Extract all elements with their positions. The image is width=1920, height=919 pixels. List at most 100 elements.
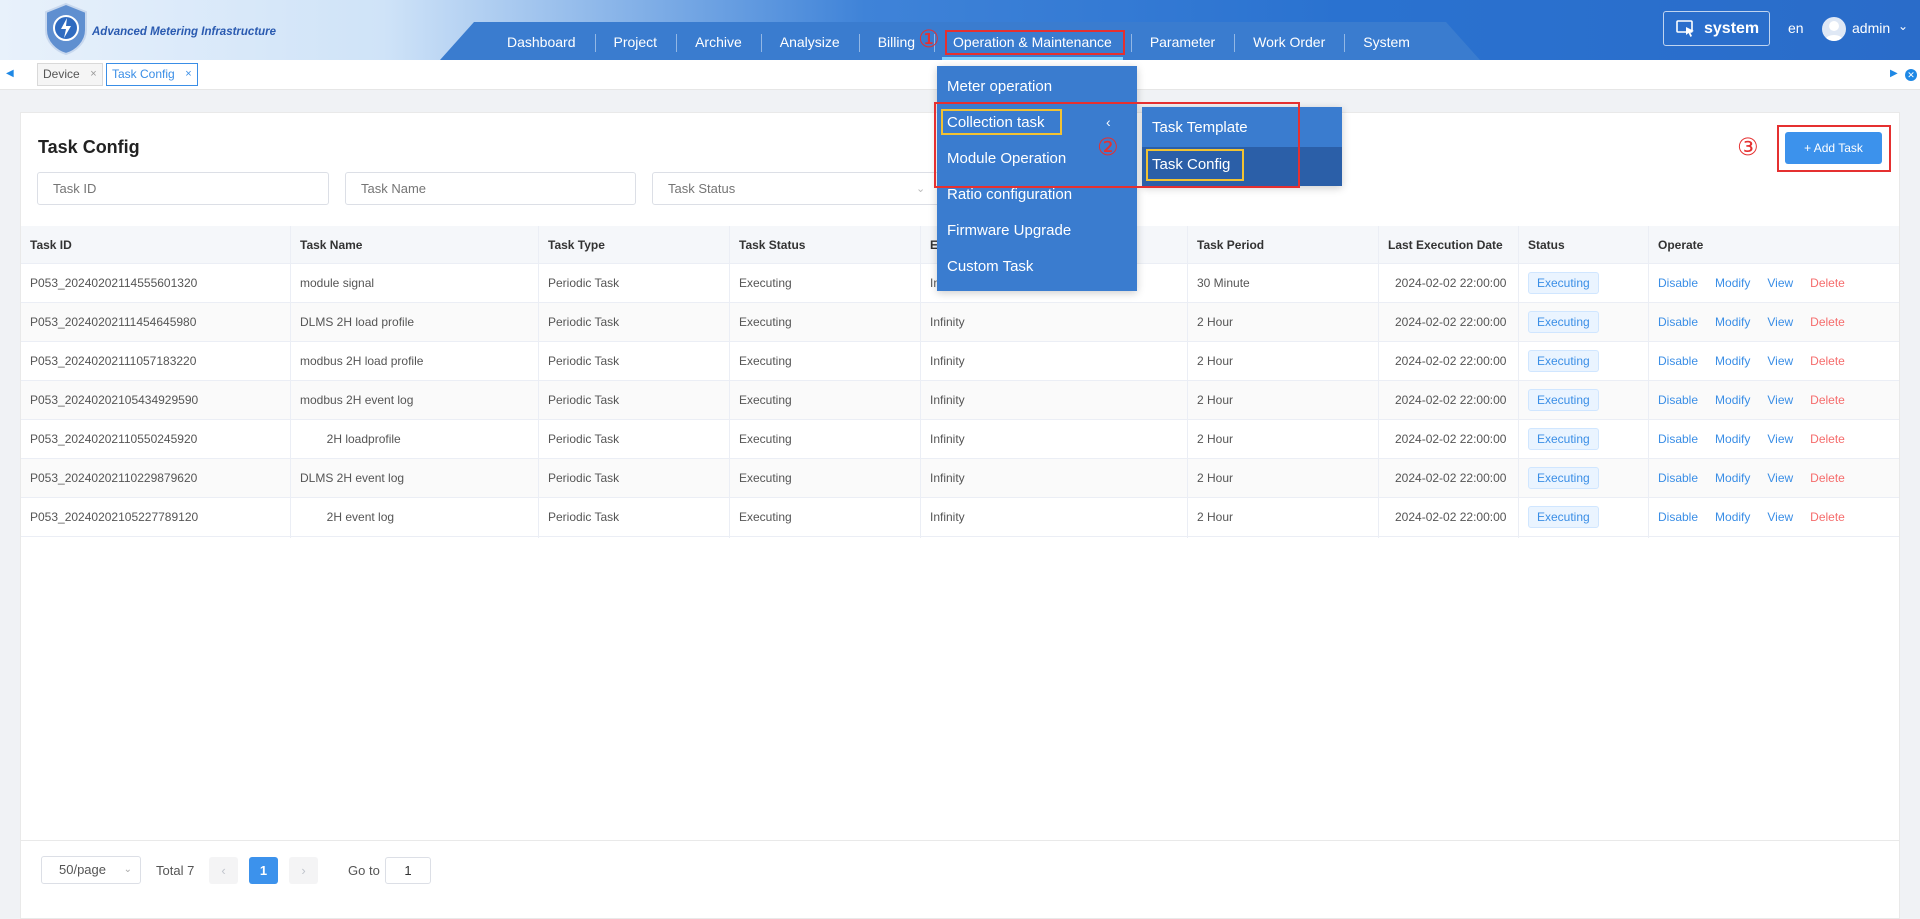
cell-task-id: P053_20240202110550245920 bbox=[30, 432, 198, 446]
view-button[interactable]: View bbox=[1767, 393, 1793, 407]
cell-task-period: 30 Minute bbox=[1197, 276, 1250, 290]
menu-item-meter-operation[interactable]: Meter operation bbox=[947, 78, 1052, 95]
menu-item-ratio-configuration[interactable]: Ratio configuration bbox=[947, 186, 1072, 203]
disable-button[interactable]: Disable bbox=[1658, 276, 1698, 290]
nav-dashboard[interactable]: Dashboard bbox=[488, 22, 595, 60]
chevron-down-icon: ⌄ bbox=[123, 864, 132, 875]
nav-analysize[interactable]: Analysize bbox=[760, 22, 859, 60]
tabs-scroll-right-icon[interactable]: ▶ bbox=[1890, 68, 1898, 79]
annotation-box-1 bbox=[945, 30, 1125, 55]
disable-button[interactable]: Disable bbox=[1658, 471, 1698, 485]
cell-task-period: 2 Hour bbox=[1197, 315, 1234, 329]
username[interactable]: admin bbox=[1852, 20, 1890, 36]
nav-work-order[interactable]: Work Order bbox=[1234, 22, 1344, 60]
modify-button[interactable]: Modify bbox=[1715, 276, 1750, 290]
delete-button[interactable]: Delete bbox=[1810, 354, 1845, 368]
delete-button[interactable]: Delete bbox=[1810, 471, 1845, 485]
tab-task-config[interactable]: Task Config × bbox=[106, 63, 198, 86]
disable-button[interactable]: Disable bbox=[1658, 432, 1698, 446]
table-row: P053_20240202105434929590 modbus 2H event… bbox=[21, 381, 1899, 420]
table-row: P053_20240202111454645980 DLMS 2H load pr… bbox=[21, 303, 1899, 342]
modify-button[interactable]: Modify bbox=[1715, 510, 1750, 524]
view-button[interactable]: View bbox=[1767, 510, 1793, 524]
language-switch[interactable]: en bbox=[1788, 20, 1804, 36]
cell-task-status: Executing bbox=[739, 432, 792, 446]
cell-task-name: module signal bbox=[300, 276, 375, 290]
column-divider bbox=[538, 226, 539, 538]
col-execution-times: E bbox=[930, 238, 939, 252]
status-cell: Executing bbox=[1519, 498, 1599, 537]
modify-button[interactable]: Modify bbox=[1715, 432, 1750, 446]
disable-button[interactable]: Disable bbox=[1658, 315, 1698, 329]
cell-task-type: Periodic Task bbox=[548, 432, 620, 446]
operate-cell: Disable Modify View Delete bbox=[1649, 342, 1862, 381]
cell-task-name: DLMS 2H event log bbox=[300, 471, 405, 485]
annotation-marker-3: ③ bbox=[1737, 134, 1759, 161]
nav-archive[interactable]: Archive bbox=[676, 22, 761, 60]
status-badge: Executing bbox=[1528, 389, 1599, 411]
delete-button[interactable]: Delete bbox=[1810, 315, 1845, 329]
cell-last-execution-date: 2024-02-02 22:00:00 bbox=[1395, 432, 1507, 446]
prev-page-button[interactable]: ‹ bbox=[209, 857, 238, 884]
col-task-id: Task ID bbox=[30, 238, 72, 252]
view-button[interactable]: View bbox=[1767, 315, 1793, 329]
cell-task-type: Periodic Task bbox=[548, 510, 620, 524]
view-button[interactable]: View bbox=[1767, 354, 1793, 368]
column-divider bbox=[1187, 226, 1188, 538]
view-button[interactable]: View bbox=[1767, 276, 1793, 290]
operate-cell: Disable Modify View Delete bbox=[1649, 498, 1862, 537]
nav-system[interactable]: System bbox=[1344, 22, 1429, 60]
status-badge: Executing bbox=[1528, 428, 1599, 450]
chevron-down-icon[interactable]: ⌄ bbox=[1898, 19, 1908, 33]
delete-button[interactable]: Delete bbox=[1810, 432, 1845, 446]
table-row: P053_20240202105227789120 2H event log Pe… bbox=[21, 498, 1899, 537]
view-button[interactable]: View bbox=[1767, 471, 1793, 485]
goto-page-input[interactable]: 1 bbox=[385, 857, 431, 884]
monitor-cursor-icon bbox=[1676, 19, 1694, 37]
column-divider bbox=[1378, 226, 1379, 538]
delete-button[interactable]: Delete bbox=[1810, 276, 1845, 290]
tabs-scroll-left-icon[interactable]: ◀ bbox=[6, 68, 14, 79]
task-name-input[interactable] bbox=[345, 172, 636, 205]
page-size-select[interactable]: 50/page ⌄ bbox=[41, 856, 141, 884]
status-badge: Executing bbox=[1528, 311, 1599, 333]
cell-last-execution-date: 2024-02-02 22:00:00 bbox=[1395, 510, 1507, 524]
operate-cell: Disable Modify View Delete bbox=[1649, 264, 1862, 303]
task-id-input[interactable] bbox=[37, 172, 329, 205]
nav-project[interactable]: Project bbox=[594, 22, 677, 60]
disable-button[interactable]: Disable bbox=[1658, 510, 1698, 524]
modify-button[interactable]: Modify bbox=[1715, 393, 1750, 407]
close-icon[interactable]: × bbox=[90, 64, 96, 85]
page-button-current[interactable]: 1 bbox=[249, 857, 278, 884]
modify-button[interactable]: Modify bbox=[1715, 354, 1750, 368]
next-page-button[interactable]: › bbox=[289, 857, 318, 884]
delete-button[interactable]: Delete bbox=[1810, 393, 1845, 407]
view-button[interactable]: View bbox=[1767, 432, 1793, 446]
system-button[interactable]: system bbox=[1663, 11, 1770, 46]
disable-button[interactable]: Disable bbox=[1658, 393, 1698, 407]
avatar[interactable] bbox=[1822, 17, 1846, 41]
modify-button[interactable]: Modify bbox=[1715, 471, 1750, 485]
col-task-type: Task Type bbox=[548, 238, 605, 252]
task-status-select[interactable] bbox=[652, 172, 942, 205]
delete-button[interactable]: Delete bbox=[1810, 510, 1845, 524]
status-badge: Executing bbox=[1528, 350, 1599, 372]
status-cell: Executing bbox=[1519, 381, 1599, 420]
cell-execution-times: Infinity bbox=[930, 471, 965, 485]
menu-item-custom-task[interactable]: Custom Task bbox=[947, 258, 1033, 275]
close-icon[interactable]: × bbox=[185, 64, 191, 85]
goto-label: Go to bbox=[348, 863, 380, 878]
col-task-status: Task Status bbox=[739, 238, 806, 252]
nav-parameter[interactable]: Parameter bbox=[1130, 22, 1234, 60]
modify-button[interactable]: Modify bbox=[1715, 315, 1750, 329]
close-all-tabs-icon[interactable]: ✕ bbox=[1905, 69, 1917, 81]
disable-button[interactable]: Disable bbox=[1658, 354, 1698, 368]
cell-task-name: 2H event log bbox=[300, 510, 395, 524]
menu-item-firmware-upgrade[interactable]: Firmware Upgrade bbox=[947, 222, 1071, 239]
highlight-task-config bbox=[1146, 149, 1244, 181]
tab-device[interactable]: Device × bbox=[37, 63, 103, 86]
annotation-marker-1: ① bbox=[918, 26, 940, 53]
cell-task-name: modbus 2H event log bbox=[300, 393, 414, 407]
cell-task-name: modbus 2H load profile bbox=[300, 354, 424, 368]
status-cell: Executing bbox=[1519, 459, 1599, 498]
